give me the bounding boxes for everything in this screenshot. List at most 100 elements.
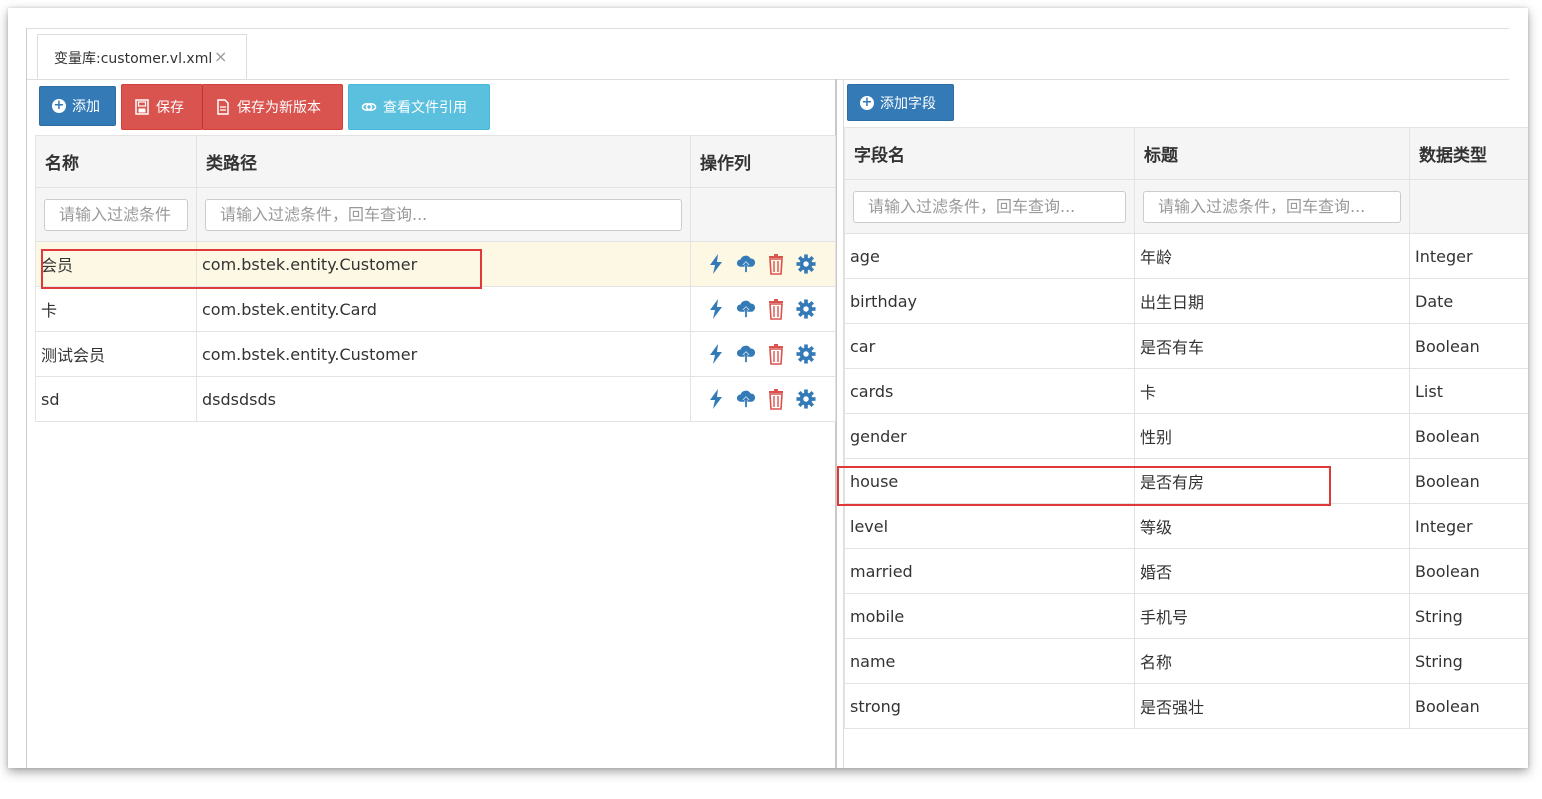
row-class-path: com.bstek.entity.Customer <box>196 241 691 287</box>
save-icon <box>135 99 149 115</box>
variable-fields-panel: + 添加字段 字段名 标题 数据类型 age年龄Integerbirthday出… <box>843 79 1528 768</box>
tab-customer-vl[interactable]: 变量库:customer.vl.xml × <box>37 34 247 79</box>
row-field-name: house <box>844 458 1135 504</box>
save-button[interactable]: 保存 <box>121 84 203 130</box>
row-data-type: Boolean <box>1409 458 1528 504</box>
table-row[interactable]: name 名称 String <box>844 638 1528 684</box>
variable-fields-table: 字段名 标题 数据类型 age年龄Integerbirthday出生日期Date… <box>844 127 1528 729</box>
row-action-icons <box>696 343 830 365</box>
row-data-type: Boolean <box>1409 413 1528 459</box>
table-row[interactable]: cards 卡 List <box>844 368 1528 414</box>
gear-icon[interactable] <box>796 298 816 320</box>
row-name: 卡 <box>35 286 197 332</box>
save-new-version-button[interactable]: 保存为新版本 <box>202 84 343 130</box>
row-title: 婚否 <box>1134 548 1410 594</box>
row-field-name: level <box>844 503 1135 549</box>
row-field-name: mobile <box>844 593 1135 639</box>
row-title: 是否强壮 <box>1134 683 1410 729</box>
table-header-row: 名称 类路径 操作列 <box>35 135 836 188</box>
row-field-name: car <box>844 323 1135 369</box>
table-row[interactable]: 卡 com.bstek.entity.Card <box>35 286 836 332</box>
column-header-name[interactable]: 名称 <box>35 135 197 188</box>
row-actions <box>690 331 836 377</box>
field-rows: age 年龄 Integer birthday 出生日期 Date car 是否有车 Boole… <box>844 233 1528 729</box>
add-button-label: 添加 <box>72 99 100 115</box>
variable-library-editor: 变量库:customer.vl.xml × + 添加 保存 保存为新版本 查看文… <box>26 28 1528 768</box>
view-file-references-button[interactable]: 查看文件引用 <box>348 84 490 130</box>
row-action-icons <box>696 388 830 410</box>
row-field-name: gender <box>844 413 1135 459</box>
row-title: 手机号 <box>1134 593 1410 639</box>
name-filter-input[interactable] <box>44 198 188 231</box>
row-class-path: com.bstek.entity.Customer <box>196 331 691 377</box>
row-data-type: Boolean <box>1409 323 1528 369</box>
lightning-icon[interactable] <box>706 253 726 275</box>
trash-icon[interactable] <box>766 343 786 365</box>
lightning-icon[interactable] <box>706 298 726 320</box>
column-header-class-path[interactable]: 类路径 <box>196 135 691 188</box>
table-row[interactable]: gender 性别 Boolean <box>844 413 1528 459</box>
trash-icon[interactable] <box>766 253 786 275</box>
row-class-path: com.bstek.entity.Card <box>196 286 691 332</box>
row-title: 出生日期 <box>1134 278 1410 324</box>
column-header-actions: 操作列 <box>690 135 836 188</box>
row-field-name: birthday <box>844 278 1135 324</box>
cloud-upload-icon[interactable] <box>736 253 756 275</box>
plus-circle-icon: + <box>52 98 66 113</box>
view-file-references-label: 查看文件引用 <box>383 100 467 116</box>
table-row[interactable]: married 婚否 Boolean <box>844 548 1528 594</box>
row-class-path: dsdsdsds <box>196 376 691 422</box>
trash-icon[interactable] <box>766 298 786 320</box>
row-field-name: name <box>844 638 1135 684</box>
table-row[interactable]: sd dsdsdsds <box>35 376 836 422</box>
table-row[interactable]: car 是否有车 Boolean <box>844 323 1528 369</box>
add-button[interactable]: + 添加 <box>39 86 116 126</box>
close-icon[interactable]: × <box>214 47 227 66</box>
cloud-upload-icon[interactable] <box>736 343 756 365</box>
trash-icon[interactable] <box>766 388 786 410</box>
row-field-name: strong <box>844 683 1135 729</box>
row-title: 是否有房 <box>1134 458 1410 504</box>
table-row[interactable]: birthday 出生日期 Date <box>844 278 1528 324</box>
table-row[interactable]: level 等级 Integer <box>844 503 1528 549</box>
cloud-upload-icon[interactable] <box>736 388 756 410</box>
field-name-filter-input[interactable] <box>853 190 1126 223</box>
row-title: 性别 <box>1134 413 1410 459</box>
row-title: 卡 <box>1134 368 1410 414</box>
gear-icon[interactable] <box>796 343 816 365</box>
column-header-title[interactable]: 标题 <box>1134 127 1410 180</box>
gear-icon[interactable] <box>796 388 816 410</box>
variable-category-table: 名称 类路径 操作列 会员 com.bstek.entity.Customer … <box>35 135 836 422</box>
lightning-icon[interactable] <box>706 388 726 410</box>
table-row[interactable]: strong 是否强壮 Boolean <box>844 683 1528 729</box>
add-field-label: 添加字段 <box>880 95 936 112</box>
row-field-name: cards <box>844 368 1135 414</box>
column-header-field-name[interactable]: 字段名 <box>844 127 1135 180</box>
row-data-type: Boolean <box>1409 683 1528 729</box>
class-path-filter-input[interactable] <box>205 198 682 231</box>
column-header-data-type[interactable]: 数据类型 <box>1409 127 1528 180</box>
screenshot-frame: 变量库:customer.vl.xml × + 添加 保存 保存为新版本 查看文… <box>8 8 1528 768</box>
title-filter-input[interactable] <box>1143 190 1401 223</box>
row-data-type: Integer <box>1409 503 1528 549</box>
row-title: 年龄 <box>1134 233 1410 279</box>
row-name: 会员 <box>35 241 197 287</box>
link-icon <box>361 103 377 111</box>
file-edit-icon <box>217 99 229 115</box>
table-row[interactable]: age 年龄 Integer <box>844 233 1528 279</box>
row-name: sd <box>35 376 197 422</box>
lightning-icon[interactable] <box>706 343 726 365</box>
table-row[interactable]: 测试会员 com.bstek.entity.Customer <box>35 331 836 377</box>
table-row[interactable]: 会员 com.bstek.entity.Customer <box>35 241 836 287</box>
table-header-row: 字段名 标题 数据类型 <box>844 127 1528 180</box>
plus-circle-icon: + <box>860 94 874 110</box>
row-data-type: String <box>1409 593 1528 639</box>
add-field-button[interactable]: + 添加字段 <box>847 84 954 121</box>
tab-label: 变量库:customer.vl.xml <box>54 51 213 67</box>
table-row[interactable]: house 是否有房 Boolean <box>844 458 1528 504</box>
gear-icon[interactable] <box>796 253 816 275</box>
table-row[interactable]: mobile 手机号 String <box>844 593 1528 639</box>
cloud-upload-icon[interactable] <box>736 298 756 320</box>
row-data-type: Integer <box>1409 233 1528 279</box>
save-button-label: 保存 <box>156 100 184 116</box>
